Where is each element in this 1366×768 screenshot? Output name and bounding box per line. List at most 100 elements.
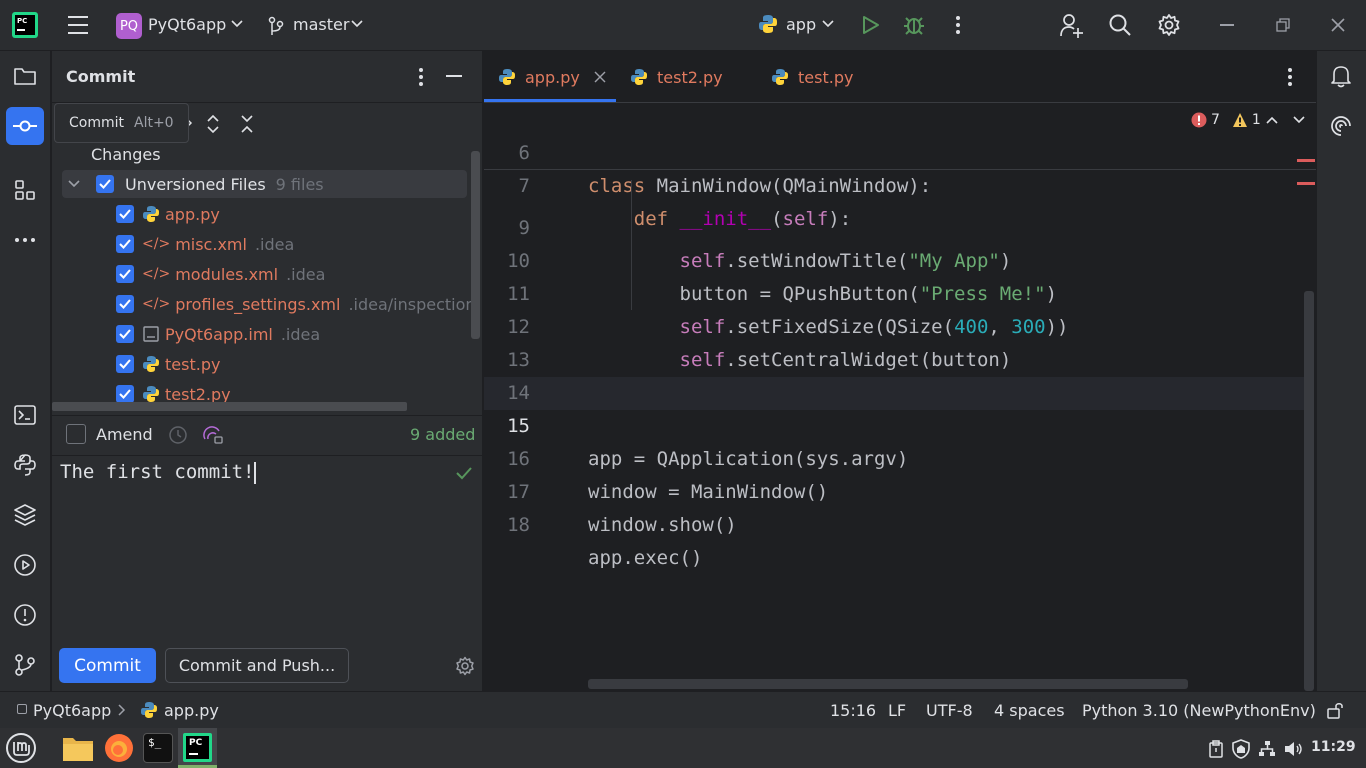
clipboard-icon[interactable]: [1208, 740, 1224, 758]
breadcrumb-file[interactable]: app.py: [164, 701, 219, 720]
chevron-down-icon[interactable]: [231, 20, 243, 28]
ai-assistant-spiral-icon[interactable]: [1322, 107, 1360, 145]
file-row[interactable]: app.py: [116, 199, 220, 229]
terminal-icon[interactable]: [6, 396, 44, 434]
run-icon[interactable]: [862, 15, 880, 35]
project-folder-icon[interactable]: [6, 57, 44, 95]
history-icon[interactable]: [168, 425, 188, 445]
git-icon[interactable]: [6, 646, 44, 684]
mint-menu-icon[interactable]: [5, 732, 37, 764]
code-line[interactable]: 17 window.show(): [484, 443, 1316, 536]
commit-tool-icon[interactable]: [6, 107, 44, 145]
notifications-bell-icon[interactable]: [1322, 57, 1360, 95]
branch-icon[interactable]: [268, 16, 284, 36]
file-checkbox[interactable]: [116, 235, 134, 253]
tab-test-py[interactable]: test.py: [771, 51, 853, 103]
inspection-widget[interactable]: 7 1: [1191, 112, 1261, 128]
python-console-icon[interactable]: [6, 446, 44, 484]
tab-app-py[interactable]: app.py: [498, 51, 616, 103]
commit-settings-gear-icon[interactable]: [455, 656, 475, 676]
minimize-button[interactable]: [1220, 24, 1234, 26]
code-line[interactable]: 7 def __init__(self):: [484, 137, 1316, 230]
commit-button[interactable]: Commit: [59, 648, 156, 683]
more-horizontal-icon[interactable]: [6, 221, 44, 259]
file-checkbox[interactable]: [116, 295, 134, 313]
code-line[interactable]: 11 self.setFixedSize(QSize(400, 300)): [484, 245, 1316, 338]
chevron-down-icon[interactable]: [822, 20, 834, 28]
code-line[interactable]: 9 self.setWindowTitle("My App"): [484, 179, 1316, 272]
horizontal-scrollbar[interactable]: [52, 402, 407, 411]
unlock-icon[interactable]: [1326, 701, 1344, 719]
more-vertical-icon[interactable]: [955, 15, 961, 35]
file-row[interactable]: </> profiles_settings.xml .idea/inspecti…: [116, 289, 472, 319]
python-packages-icon[interactable]: [6, 496, 44, 534]
code-line[interactable]: 16 window = MainWindow(): [484, 410, 1316, 503]
file-checkbox[interactable]: [116, 385, 134, 403]
volume-icon[interactable]: [1284, 740, 1304, 758]
services-icon[interactable]: [6, 546, 44, 584]
python-interpreter[interactable]: Python 3.10 (NewPythonEnv): [1082, 701, 1316, 720]
file-checkbox[interactable]: [116, 205, 134, 223]
pycharm-logo-icon[interactable]: PC: [12, 12, 38, 38]
code-line[interactable]: 12 self.setCentralWidget(button): [484, 278, 1316, 371]
code-line[interactable]: 18 app.exec(): [484, 476, 1316, 569]
branch-name[interactable]: master: [293, 15, 349, 34]
pycharm-taskbar-icon[interactable]: PC: [183, 733, 212, 762]
code-line[interactable]: 10 button = QPushButton("Press Me!"): [484, 212, 1316, 305]
add-user-icon[interactable]: [1059, 13, 1085, 39]
debug-icon[interactable]: [903, 13, 925, 37]
editor-horizontal-scrollbar[interactable]: [588, 679, 1188, 689]
chevron-down-icon[interactable]: [351, 20, 363, 28]
files-folder-icon[interactable]: [62, 734, 94, 762]
chevron-down-icon[interactable]: [68, 180, 80, 188]
file-row[interactable]: </> misc.xml .idea: [116, 229, 294, 259]
expand-all-icon[interactable]: [206, 114, 220, 134]
amend-checkbox[interactable]: [66, 424, 86, 444]
close-button[interactable]: [1330, 17, 1346, 33]
project-badge[interactable]: PQ: [116, 13, 142, 39]
caret-position[interactable]: 15:16: [830, 701, 876, 720]
group-row[interactable]: Unversioned Files 9 files: [68, 169, 324, 199]
file-row[interactable]: test.py: [116, 349, 220, 379]
next-highlight-icon[interactable]: [1293, 116, 1305, 124]
indent-setting[interactable]: 4 spaces: [994, 701, 1065, 720]
gear-icon[interactable]: [1157, 13, 1181, 37]
file-row[interactable]: </> modules.xml .idea: [116, 259, 325, 289]
tab-test2-py[interactable]: test2.py: [630, 51, 723, 103]
terminal-app-icon[interactable]: $_: [143, 733, 173, 763]
project-name[interactable]: PyQt6app: [148, 15, 226, 34]
commit-message-input[interactable]: The first commit!: [60, 461, 256, 484]
line-separator[interactable]: LF: [888, 701, 906, 720]
file-row[interactable]: PyQt6app.iml .idea: [116, 319, 320, 349]
previous-highlight-icon[interactable]: [1266, 116, 1278, 124]
commit-and-push-button[interactable]: Commit and Push...: [165, 648, 349, 683]
file-checkbox[interactable]: [116, 355, 134, 373]
problems-icon[interactable]: [6, 596, 44, 634]
main-menu-icon[interactable]: [66, 14, 90, 36]
error-stripe-mark[interactable]: [1297, 182, 1315, 185]
run-config-name[interactable]: app: [786, 15, 816, 34]
editor-vertical-scrollbar[interactable]: [1304, 291, 1314, 691]
network-icon[interactable]: [1258, 740, 1276, 758]
code-line[interactable]: 14: [484, 344, 1316, 404]
code-line-current[interactable]: 15 app = QApplication(sys.argv): [484, 377, 1316, 470]
file-checkbox[interactable]: [116, 325, 134, 343]
search-icon[interactable]: [1108, 13, 1132, 37]
code-line[interactable]: 13: [484, 311, 1316, 371]
vertical-scrollbar[interactable]: [471, 151, 480, 339]
close-tab-icon[interactable]: [594, 71, 606, 83]
file-checkbox[interactable]: [116, 265, 134, 283]
restore-button[interactable]: [1276, 18, 1290, 32]
firefox-icon[interactable]: [104, 733, 134, 763]
group-checkbox[interactable]: [96, 175, 114, 193]
structure-icon[interactable]: [6, 171, 44, 209]
panel-options-icon[interactable]: [418, 67, 424, 87]
hide-panel-button[interactable]: [446, 75, 462, 77]
tab-options-icon[interactable]: [1287, 67, 1293, 87]
error-stripe-mark[interactable]: [1297, 159, 1315, 162]
collapse-all-icon[interactable]: [240, 114, 254, 134]
ai-assistant-icon[interactable]: [202, 425, 224, 445]
file-encoding[interactable]: UTF-8: [926, 701, 973, 720]
clock[interactable]: 11:29: [1311, 739, 1356, 755]
breadcrumb-project[interactable]: PyQt6app: [33, 701, 111, 720]
